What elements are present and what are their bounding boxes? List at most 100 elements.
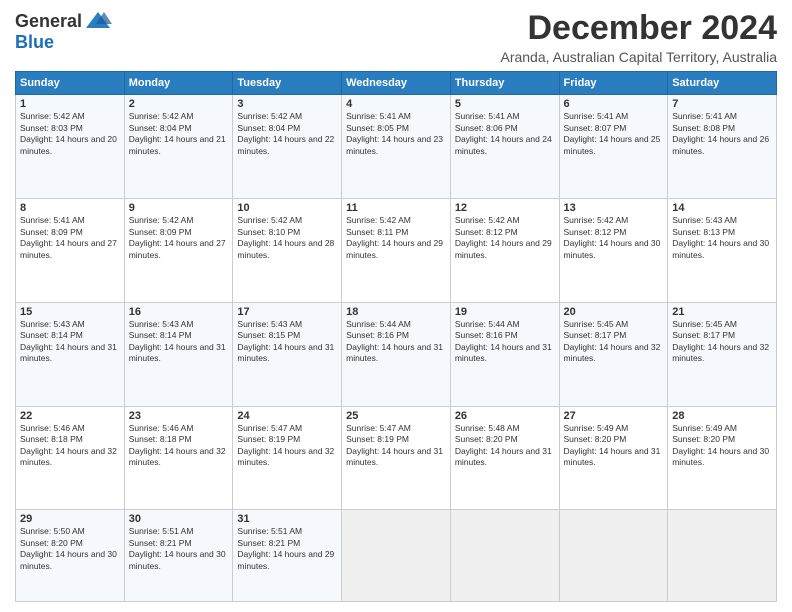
col-friday: Friday [559, 72, 668, 95]
day-info: Sunrise: 5:51 AMSunset: 8:21 PMDaylight:… [129, 526, 229, 572]
day-info: Sunrise: 5:41 AMSunset: 8:05 PMDaylight:… [346, 111, 446, 157]
calendar-cell: 24Sunrise: 5:47 AMSunset: 8:19 PMDayligh… [233, 406, 342, 510]
day-info: Sunrise: 5:49 AMSunset: 8:20 PMDaylight:… [564, 423, 664, 469]
calendar-cell: 30Sunrise: 5:51 AMSunset: 8:21 PMDayligh… [124, 510, 233, 602]
day-info: Sunrise: 5:41 AMSunset: 8:08 PMDaylight:… [672, 111, 772, 157]
calendar-cell [450, 510, 559, 602]
col-tuesday: Tuesday [233, 72, 342, 95]
calendar-cell: 22Sunrise: 5:46 AMSunset: 8:18 PMDayligh… [16, 406, 125, 510]
day-info: Sunrise: 5:46 AMSunset: 8:18 PMDaylight:… [20, 423, 120, 469]
calendar-cell: 6Sunrise: 5:41 AMSunset: 8:07 PMDaylight… [559, 95, 668, 199]
col-wednesday: Wednesday [342, 72, 451, 95]
day-number: 27 [564, 410, 664, 422]
day-info: Sunrise: 5:45 AMSunset: 8:17 PMDaylight:… [672, 319, 772, 365]
calendar-body: 1Sunrise: 5:42 AMSunset: 8:03 PMDaylight… [16, 95, 777, 602]
day-number: 14 [672, 202, 772, 214]
calendar-week-row: 29Sunrise: 5:50 AMSunset: 8:20 PMDayligh… [16, 510, 777, 602]
day-number: 5 [455, 98, 555, 110]
day-info: Sunrise: 5:42 AMSunset: 8:03 PMDaylight:… [20, 111, 120, 157]
calendar-week-row: 15 Sunrise: 5:43 AMSunset: 8:14 PMDayligh… [16, 302, 777, 406]
day-info: Sunrise: 5:47 AMSunset: 8:19 PMDaylight:… [237, 423, 337, 469]
day-info: Sunrise: 5:43 AMSunset: 8:15 PMDaylight:… [237, 319, 337, 365]
calendar-cell: 18Sunrise: 5:44 AMSunset: 8:16 PMDayligh… [342, 302, 451, 406]
calendar-cell: 19Sunrise: 5:44 AMSunset: 8:16 PMDayligh… [450, 302, 559, 406]
day-number: 28 [672, 410, 772, 422]
day-info: Sunrise: 5:48 AMSunset: 8:20 PMDaylight:… [455, 423, 555, 469]
day-info: Sunrise: 5:42 AMSunset: 8:12 PMDaylight:… [564, 215, 664, 261]
calendar-week-row: 1Sunrise: 5:42 AMSunset: 8:03 PMDaylight… [16, 95, 777, 199]
month-title: December 2024 [500, 10, 777, 47]
day-info: Sunrise: 5:42 AMSunset: 8:12 PMDaylight:… [455, 215, 555, 261]
col-sunday: Sunday [16, 72, 125, 95]
calendar-week-row: 22Sunrise: 5:46 AMSunset: 8:18 PMDayligh… [16, 406, 777, 510]
calendar-cell: 1Sunrise: 5:42 AMSunset: 8:03 PMDaylight… [16, 95, 125, 199]
day-number: 25 [346, 410, 446, 422]
day-number: 16 [129, 306, 229, 318]
calendar-cell [668, 510, 777, 602]
day-info: Sunrise: 5:49 AMSunset: 8:20 PMDaylight:… [672, 423, 772, 469]
logo: General [15, 10, 112, 32]
day-number: 11 [346, 202, 446, 214]
day-info: Sunrise: 5:44 AMSunset: 8:16 PMDaylight:… [455, 319, 555, 365]
day-number: 30 [129, 513, 229, 525]
day-number: 24 [237, 410, 337, 422]
day-number: 6 [564, 98, 664, 110]
day-number: 21 [672, 306, 772, 318]
day-number: 8 [20, 202, 120, 214]
col-thursday: Thursday [450, 72, 559, 95]
page: General Blue December 2024 Aranda, Austr… [0, 0, 792, 612]
day-info: Sunrise: 5:41 AMSunset: 8:07 PMDaylight:… [564, 111, 664, 157]
calendar-cell: 17Sunrise: 5:43 AMSunset: 8:15 PMDayligh… [233, 302, 342, 406]
calendar-cell: 2Sunrise: 5:42 AMSunset: 8:04 PMDaylight… [124, 95, 233, 199]
day-number: 29 [20, 513, 120, 525]
calendar-cell: 15Sunrise: 5:43 AMSunset: 8:14 PMDayligh… [16, 302, 125, 406]
day-number: 17 [237, 306, 337, 318]
day-info: Sunrise: 5:45 AMSunset: 8:17 PMDaylight:… [564, 319, 664, 365]
subtitle: Aranda, Australian Capital Territory, Au… [500, 49, 777, 65]
calendar-cell: 5Sunrise: 5:41 AMSunset: 8:06 PMDaylight… [450, 95, 559, 199]
logo-icon [84, 10, 112, 32]
day-info: Sunrise: 5:51 AMSunset: 8:21 PMDaylight:… [237, 526, 337, 572]
day-number: 3 [237, 98, 337, 110]
calendar-cell: 8Sunrise: 5:41 AMSunset: 8:09 PMDaylight… [16, 199, 125, 303]
logo-blue-text: Blue [15, 32, 54, 53]
day-info: Sunrise: 5:41 AMSunset: 8:06 PMDaylight:… [455, 111, 555, 157]
calendar-header: Sunday Monday Tuesday Wednesday Thursday… [16, 72, 777, 95]
day-number: 7 [672, 98, 772, 110]
day-number: 2 [129, 98, 229, 110]
day-number: 13 [564, 202, 664, 214]
day-info: Sunrise: 5:42 AMSunset: 8:11 PMDaylight:… [346, 215, 446, 261]
day-number: 20 [564, 306, 664, 318]
day-info: Sunrise: 5:43 AMSunset: 8:14 PMDaylight:… [129, 319, 229, 365]
logo-general-text: General [15, 11, 82, 32]
calendar-week-row: 8Sunrise: 5:41 AMSunset: 8:09 PMDaylight… [16, 199, 777, 303]
day-info: Sunrise: 5:50 AMSunset: 8:20 PMDaylight:… [20, 526, 120, 572]
day-number: 15 [20, 306, 120, 318]
calendar-cell: 26Sunrise: 5:48 AMSunset: 8:20 PMDayligh… [450, 406, 559, 510]
day-info: Sunrise: 5:42 AMSunset: 8:10 PMDaylight:… [237, 215, 337, 261]
day-number: 26 [455, 410, 555, 422]
day-info: Sunrise: 5:43 AMSunset: 8:13 PMDaylight:… [672, 215, 772, 261]
day-info: Sunrise: 5:47 AMSunset: 8:19 PMDaylight:… [346, 423, 446, 469]
calendar-cell: 12Sunrise: 5:42 AMSunset: 8:12 PMDayligh… [450, 199, 559, 303]
day-number: 18 [346, 306, 446, 318]
col-saturday: Saturday [668, 72, 777, 95]
calendar-cell [342, 510, 451, 602]
calendar-cell: 13Sunrise: 5:42 AMSunset: 8:12 PMDayligh… [559, 199, 668, 303]
day-info: Sunrise: 5:44 AMSunset: 8:16 PMDaylight:… [346, 319, 446, 365]
day-number: 23 [129, 410, 229, 422]
day-number: 31 [237, 513, 337, 525]
day-number: 10 [237, 202, 337, 214]
day-info: Sunrise: 5:42 AMSunset: 8:04 PMDaylight:… [129, 111, 229, 157]
calendar-cell: 16Sunrise: 5:43 AMSunset: 8:14 PMDayligh… [124, 302, 233, 406]
header: General Blue December 2024 Aranda, Austr… [15, 10, 777, 65]
calendar-cell: 10Sunrise: 5:42 AMSunset: 8:10 PMDayligh… [233, 199, 342, 303]
calendar-table: Sunday Monday Tuesday Wednesday Thursday… [15, 71, 777, 602]
calendar-cell: 20Sunrise: 5:45 AMSunset: 8:17 PMDayligh… [559, 302, 668, 406]
day-info: Sunrise: 5:42 AMSunset: 8:04 PMDaylight:… [237, 111, 337, 157]
calendar-cell: 25Sunrise: 5:47 AMSunset: 8:19 PMDayligh… [342, 406, 451, 510]
day-number: 12 [455, 202, 555, 214]
calendar-cell: 31Sunrise: 5:51 AMSunset: 8:21 PMDayligh… [233, 510, 342, 602]
col-monday: Monday [124, 72, 233, 95]
calendar-cell: 28Sunrise: 5:49 AMSunset: 8:20 PMDayligh… [668, 406, 777, 510]
